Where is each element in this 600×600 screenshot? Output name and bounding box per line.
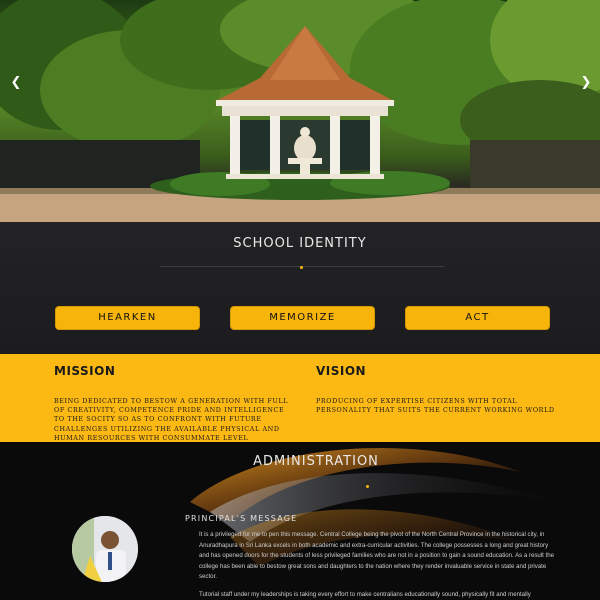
principal-message-heading: PRINCIPAL'S MESSAGE (185, 514, 298, 523)
vision-heading: VISION (316, 364, 367, 378)
hero-image-temple (0, 0, 600, 222)
administration-title: ADMINISTRATION (253, 454, 379, 469)
principal-avatar-icon (72, 516, 138, 582)
vision-text: Producing of expertise citizens with tot… (316, 397, 555, 415)
principal-message-paragraph: It is a privileged for me to pen this me… (199, 531, 555, 580)
mission-vision-section: MISSION Being dedicated to bestow a gene… (0, 354, 600, 442)
hearken-button[interactable]: HEARKEN (55, 306, 200, 330)
divider-dot (366, 485, 369, 488)
hero-slider: ❮ ❯ (0, 0, 600, 222)
principal-photo (72, 516, 138, 582)
mission-heading: MISSION (54, 364, 116, 378)
school-identity-section: SCHOOL IDENTITY HEARKEN MEMORIZE ACT (0, 222, 600, 354)
divider-dot (300, 266, 303, 269)
act-button[interactable]: ACT (405, 306, 550, 330)
principal-message-body: It is a privileged for me to pen this me… (199, 530, 559, 600)
slider-prev-arrow[interactable]: ❮ (8, 74, 24, 92)
school-identity-title: SCHOOL IDENTITY (233, 236, 367, 251)
memorize-button[interactable]: MEMORIZE (230, 306, 375, 330)
mission-text: Being dedicated to bestow a generation w… (54, 397, 289, 442)
slider-next-arrow[interactable]: ❯ (578, 74, 594, 92)
principal-message-paragraph: Tutorial staff under my leaderships is t… (199, 590, 531, 598)
administration-section: ADMINISTRATION PRINCIPAL'S MESSAGE It is… (0, 442, 600, 600)
